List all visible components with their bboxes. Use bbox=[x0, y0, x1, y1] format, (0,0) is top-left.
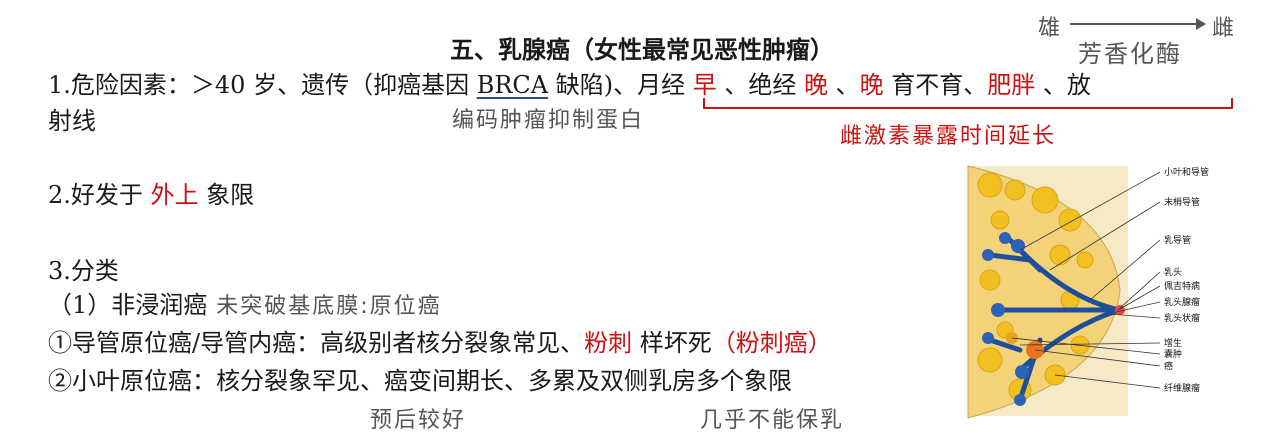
androgen-label: 雄 bbox=[1038, 16, 1063, 41]
site-line: 2.好发于 外上 象限 bbox=[48, 180, 254, 210]
diagram-label: 癌 bbox=[1164, 360, 1173, 372]
risk-sep2: 、 bbox=[828, 71, 860, 99]
gene-note: 编码肿瘤抑制蛋白 bbox=[452, 108, 645, 133]
risk-suffix: 、放 bbox=[1035, 71, 1091, 99]
diagram-labels: 小叶和导管末梢导管乳导管乳头佩吉特病乳头腺瘤乳头状瘤增生囊肿癌纤维腺瘤 bbox=[1164, 166, 1209, 394]
dcis-necrosis: 样坏死 bbox=[632, 329, 712, 357]
arrow-right-icon bbox=[1070, 18, 1206, 30]
diagram-label: 囊肿 bbox=[1164, 348, 1182, 360]
risk-mid: 缺陷)、月经 bbox=[548, 71, 693, 99]
diagram-label: 末梢导管 bbox=[1164, 196, 1200, 208]
upper-outer-quadrant: 外上 bbox=[150, 181, 199, 209]
late-menopause: 晚 bbox=[804, 71, 828, 99]
diagram-label: 增生 bbox=[1164, 337, 1182, 349]
brca-gene: BRCA bbox=[476, 71, 549, 99]
estrogen-note: 雌激素暴露时间延长 bbox=[840, 124, 1057, 149]
risk-prefix: 1.危险因素：＞40 岁、遗传（抑癌基因 bbox=[48, 71, 477, 99]
comedo-carcinoma: （粉刺癌） bbox=[711, 329, 832, 357]
dcis-text: ①导管原位癌/导管内癌：高级别者核分裂象常见、 bbox=[48, 329, 585, 357]
non-invasive-line: （1）非浸润癌 未突破基底膜:原位癌 bbox=[48, 290, 442, 322]
aromatase-label: 芳香化酶 bbox=[1078, 40, 1182, 68]
early-menarche: 早 bbox=[692, 71, 717, 99]
diagram-label: 乳头 bbox=[1164, 266, 1182, 278]
diagram-label: 小叶和导管 bbox=[1164, 166, 1209, 178]
diagram-label: 佩吉特病 bbox=[1164, 280, 1200, 292]
diagram-label: 纤维腺瘤 bbox=[1164, 382, 1200, 394]
estrogen-bracket bbox=[703, 98, 1233, 109]
diagram-label: 乳头腺瘤 bbox=[1164, 296, 1200, 308]
risk-mid2: 育不育、 bbox=[883, 71, 988, 99]
non-invasive-label: （1）非浸润癌 bbox=[48, 291, 208, 319]
obesity: 肥胖 bbox=[987, 71, 1036, 99]
comedo-label: 粉刺 bbox=[584, 329, 633, 357]
site-prefix: 2.好发于 bbox=[48, 181, 151, 209]
late-childbearing: 晚 bbox=[859, 71, 884, 99]
diagram-label: 乳头状瘤 bbox=[1164, 312, 1200, 324]
dcis-line: ①导管原位癌/导管内癌：高级别者核分裂象常见、粉刺 样坏死（粉刺癌） bbox=[48, 328, 832, 358]
classification-heading: 3.分类 bbox=[48, 257, 119, 285]
site-suffix: 象限 bbox=[198, 181, 255, 209]
diagram-label: 乳导管 bbox=[1164, 234, 1191, 246]
risk-line2: 射线 bbox=[48, 107, 96, 135]
prognosis-note: 预后较好 bbox=[370, 408, 467, 433]
breast-conserving-note: 几乎不能保乳 bbox=[700, 408, 845, 433]
risk-sep1: 、绝经 bbox=[716, 71, 804, 99]
non-invasive-note: 未突破基底膜:原位癌 bbox=[207, 294, 442, 319]
breast-anatomy-diagram: 小叶和导管末梢导管乳导管乳头佩吉特病乳头腺瘤乳头状瘤增生囊肿癌纤维腺瘤 bbox=[967, 165, 1209, 419]
estrogen-label: 雌 bbox=[1212, 16, 1237, 41]
lcis-line: ②小叶原位癌：核分裂象罕见、癌变间期长、多累及双侧乳房多个象限 bbox=[48, 367, 792, 395]
